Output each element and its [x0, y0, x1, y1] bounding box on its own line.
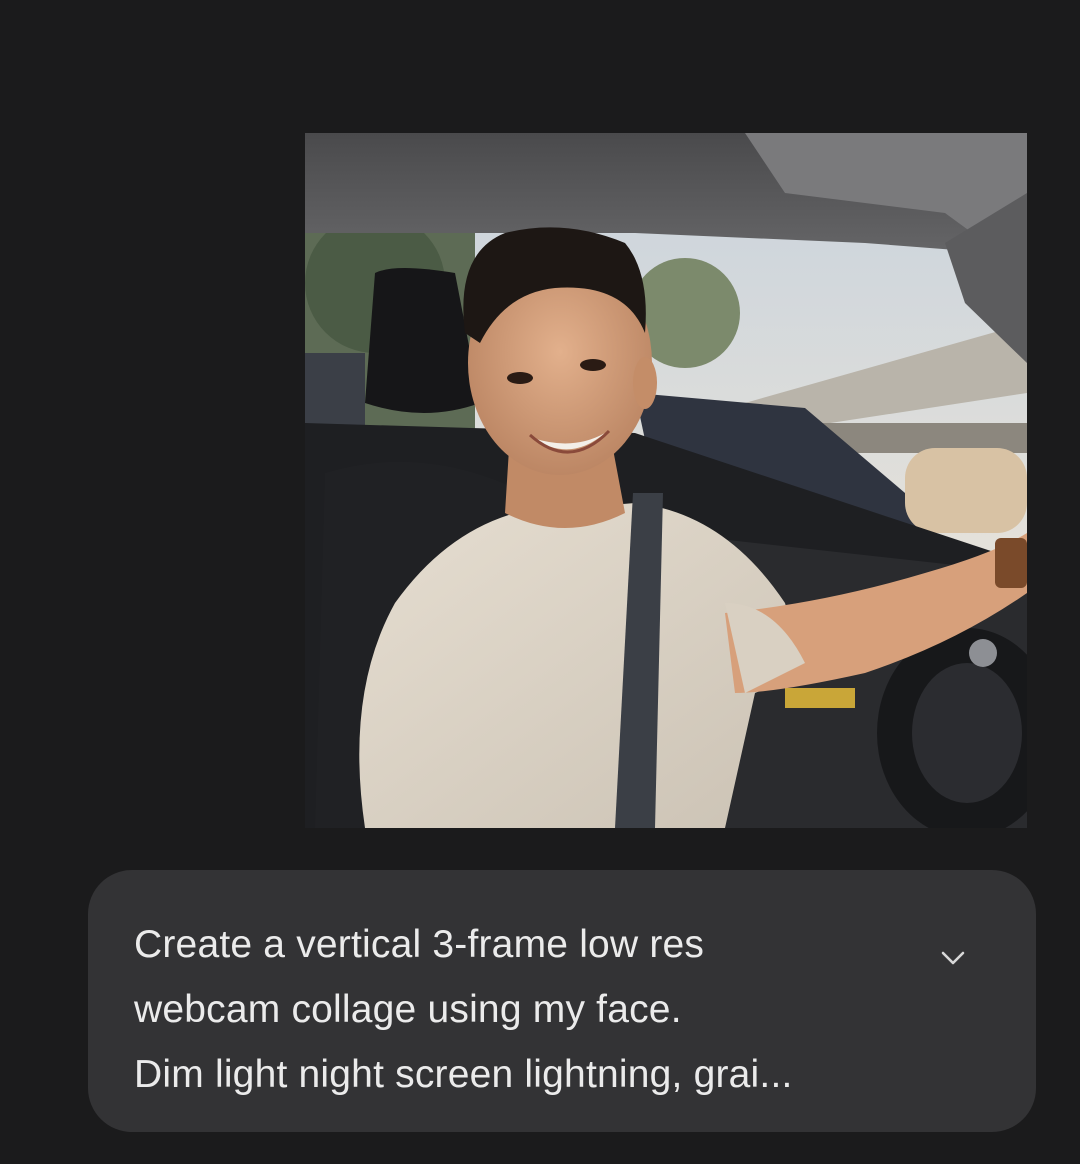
chat-thread: Create a vertical 3-frame low res webcam…	[0, 0, 1080, 1164]
chevron-down-icon	[941, 951, 965, 965]
prompt-line-2: webcam collage using my face.	[134, 988, 682, 1031]
prompt-line-3: Dim light night screen lightning, grai..…	[134, 1053, 793, 1096]
prompt-line-1: Create a vertical 3-frame low res	[134, 923, 705, 966]
prompt-text: Create a vertical 3-frame low res webcam…	[134, 912, 894, 1107]
attached-photo-image	[305, 133, 1027, 828]
expand-message-button[interactable]	[926, 938, 980, 978]
attached-photo[interactable]	[305, 133, 1027, 828]
prompt-bubble[interactable]: Create a vertical 3-frame low res webcam…	[88, 870, 1036, 1132]
